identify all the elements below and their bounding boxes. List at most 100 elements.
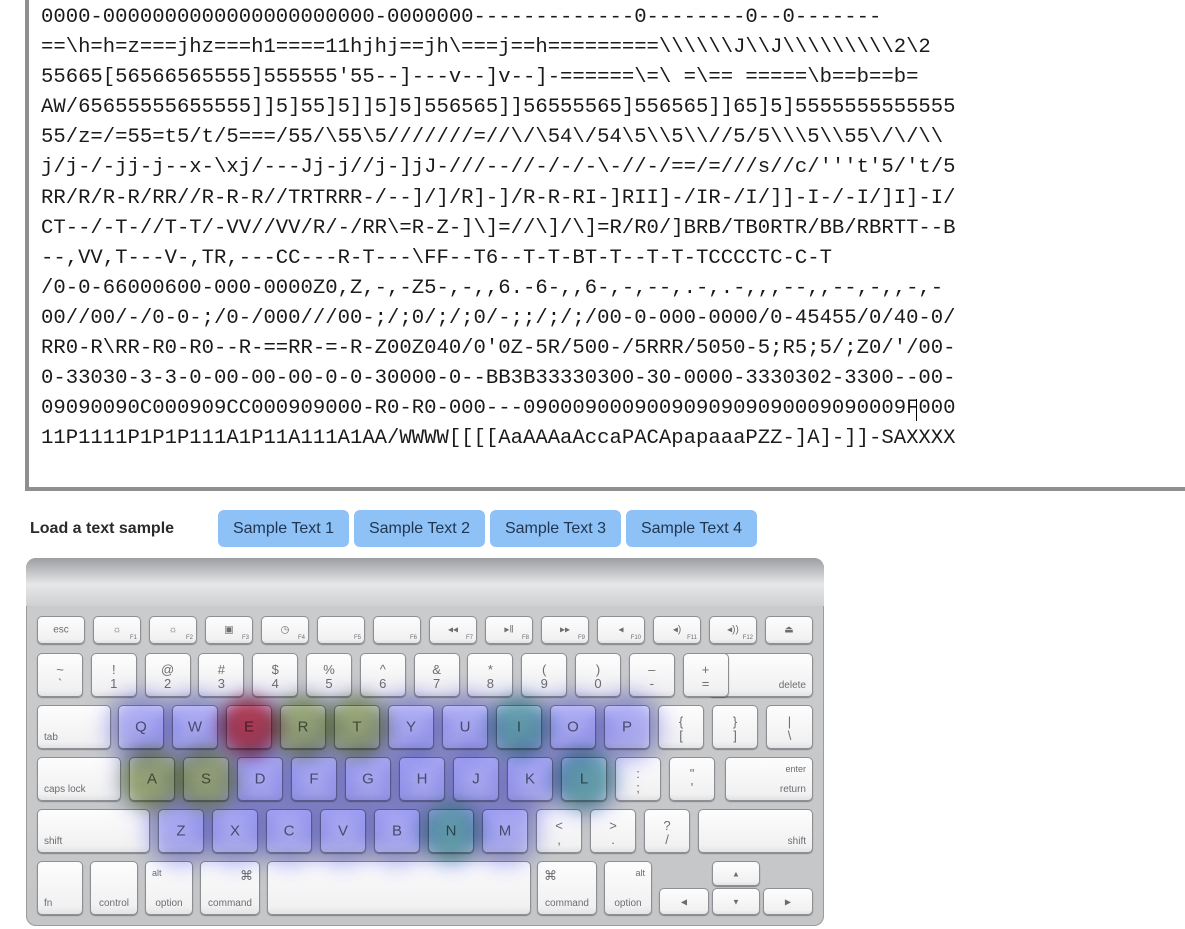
key-number-10[interactable]: ) 0 — [575, 653, 621, 697]
key-number-4[interactable]: $4 — [252, 653, 299, 697]
key-return[interactable]: enter return — [725, 757, 813, 801]
arrow-left-icon: ◀ — [680, 897, 688, 906]
text-line: 0000-0000000000000000000000-0000000-----… — [41, 6, 882, 29]
key-label-upper: & — [432, 662, 441, 677]
key-p[interactable]: P — [604, 705, 650, 749]
key-x[interactable]: X — [212, 809, 258, 853]
key-shift-right[interactable]: shift — [698, 809, 813, 853]
key-f11[interactable]: ◂) F11 — [653, 616, 701, 644]
key-number-12[interactable]: + = — [682, 653, 729, 697]
key-tab[interactable]: tab — [37, 705, 111, 749]
eject-icon: ⏏ — [784, 624, 794, 636]
key-o[interactable]: O — [550, 705, 596, 749]
key-label: F3 — [241, 635, 249, 641]
key-number-2[interactable]: @2 — [144, 653, 191, 697]
key-arrow-up[interactable]: ▲ — [712, 861, 760, 886]
key-bracket-open[interactable]: {[ — [658, 705, 704, 749]
key-l[interactable]: L — [561, 757, 607, 801]
key-number-11[interactable]: – - — [628, 653, 675, 697]
key-n[interactable]: N — [428, 809, 474, 853]
key-d[interactable]: D — [237, 757, 283, 801]
sample-text-2-button[interactable]: Sample Text 2 — [354, 510, 485, 547]
key-f6[interactable]: F6 — [373, 616, 421, 644]
key-command-right[interactable]: ⌘ command — [537, 861, 597, 915]
key-w[interactable]: W — [172, 705, 218, 749]
key-number-3[interactable]: #3 — [198, 653, 245, 697]
key-e[interactable]: E — [226, 705, 272, 749]
key-f[interactable]: F — [291, 757, 337, 801]
key-b[interactable]: B — [374, 809, 420, 853]
key-f12[interactable]: ◂)) F12 — [709, 616, 757, 644]
text-line: ==\h=h=z===jhz===h1====11hjhj==jh\===j==… — [41, 36, 931, 60]
key-f9[interactable]: ▸▸ F9 — [541, 616, 589, 644]
key-v[interactable]: V — [320, 809, 366, 853]
key-comma[interactable]: <, — [536, 809, 582, 853]
key-number-5[interactable]: % 5 — [306, 653, 352, 697]
key-option-left[interactable]: alt option — [145, 861, 193, 915]
key-bracket-close[interactable]: }] — [712, 705, 758, 749]
key-number-7[interactable]: & 7 — [413, 653, 460, 697]
key-option-right[interactable]: alt option — [604, 861, 652, 915]
key-number-1[interactable]: ! 1 — [90, 653, 137, 697]
key-f10[interactable]: ◂ F10 — [597, 616, 645, 644]
key-shift-left[interactable]: shift — [37, 809, 150, 853]
key-command-left[interactable]: ⌘ command — [200, 861, 260, 915]
key-j[interactable]: J — [453, 757, 499, 801]
key-u[interactable]: U — [442, 705, 488, 749]
key-control[interactable]: control — [90, 861, 138, 915]
key-period[interactable]: >. — [590, 809, 636, 853]
key-t[interactable]: T — [334, 705, 380, 749]
key-k[interactable]: K — [507, 757, 553, 801]
key-s[interactable]: S — [183, 757, 229, 801]
key-i[interactable]: I — [496, 705, 542, 749]
key-f4[interactable]: ◷ F4 — [261, 616, 309, 644]
key-f5[interactable]: F5 — [317, 616, 365, 644]
key-g[interactable]: G — [345, 757, 391, 801]
key-f7[interactable]: ◂◂ F7 — [429, 616, 477, 644]
text-input-area[interactable]: 0000-0000000000000000000000-0000000-----… — [25, 0, 1185, 491]
text-line: 55665[56566565555]555555'55--]---v--]v--… — [41, 66, 919, 90]
key-semicolon[interactable]: :; — [615, 757, 661, 801]
key-q[interactable]: Q — [118, 705, 164, 749]
key-quote[interactable]: " ' — [669, 757, 715, 801]
key-h[interactable]: H — [399, 757, 445, 801]
text-lines: 0000-0000000000000000000000-0000000-----… — [41, 3, 956, 454]
key-arrow-right[interactable]: ▶ — [763, 888, 813, 915]
key-number-9[interactable]: (9 — [521, 653, 568, 697]
key-esc[interactable]: esc — [37, 616, 85, 644]
key-backslash[interactable]: | \ — [766, 705, 813, 749]
key-label: W — [187, 718, 203, 736]
sample-text-1-button[interactable]: Sample Text 1 — [218, 510, 349, 547]
key-f2[interactable]: ☼ F2 — [149, 616, 197, 644]
key-fn[interactable]: fn — [37, 861, 83, 915]
brightness-down-icon: ☼ — [112, 624, 122, 636]
key-slash[interactable]: ? / — [644, 809, 690, 853]
key-label-upper: ) — [595, 662, 601, 677]
key-caps-lock[interactable]: caps lock — [37, 757, 121, 801]
sample-text-3-button[interactable]: Sample Text 3 — [490, 510, 621, 547]
key-label: delete — [778, 680, 806, 691]
key-arrow-left[interactable]: ◀ — [659, 888, 709, 915]
key-f8[interactable]: ▸‖ F8 — [485, 616, 533, 644]
sample-text-4-button[interactable]: Sample Text 4 — [626, 510, 757, 547]
text-line: j/j-/-jj-j--x-\xj/---Jj-j//j-]jJ-///--//… — [41, 156, 956, 180]
key-r[interactable]: R — [280, 705, 326, 749]
key-eject[interactable]: ⏏ — [765, 616, 813, 644]
key-label-lower: ; — [636, 780, 640, 795]
key-f1[interactable]: ☼ F1 — [93, 616, 141, 644]
key-y[interactable]: Y — [388, 705, 434, 749]
key-c[interactable]: C — [266, 809, 312, 853]
key-f3[interactable]: ▣ F3 — [205, 616, 253, 644]
key-label: M — [498, 822, 512, 840]
key-number-8[interactable]: * 8 — [467, 653, 514, 697]
key-z[interactable]: Z — [158, 809, 204, 853]
key-label: U — [459, 718, 471, 736]
key-number-6[interactable]: ^ 6 — [359, 653, 406, 697]
key-number-0[interactable]: ~ ` — [37, 653, 83, 697]
key-label: option — [155, 898, 183, 909]
key-m[interactable]: M — [482, 809, 528, 853]
key-space[interactable] — [267, 861, 531, 915]
key-label: shift — [787, 836, 806, 847]
key-arrow-down[interactable]: ▼ — [712, 888, 760, 915]
key-a[interactable]: A — [129, 757, 175, 801]
